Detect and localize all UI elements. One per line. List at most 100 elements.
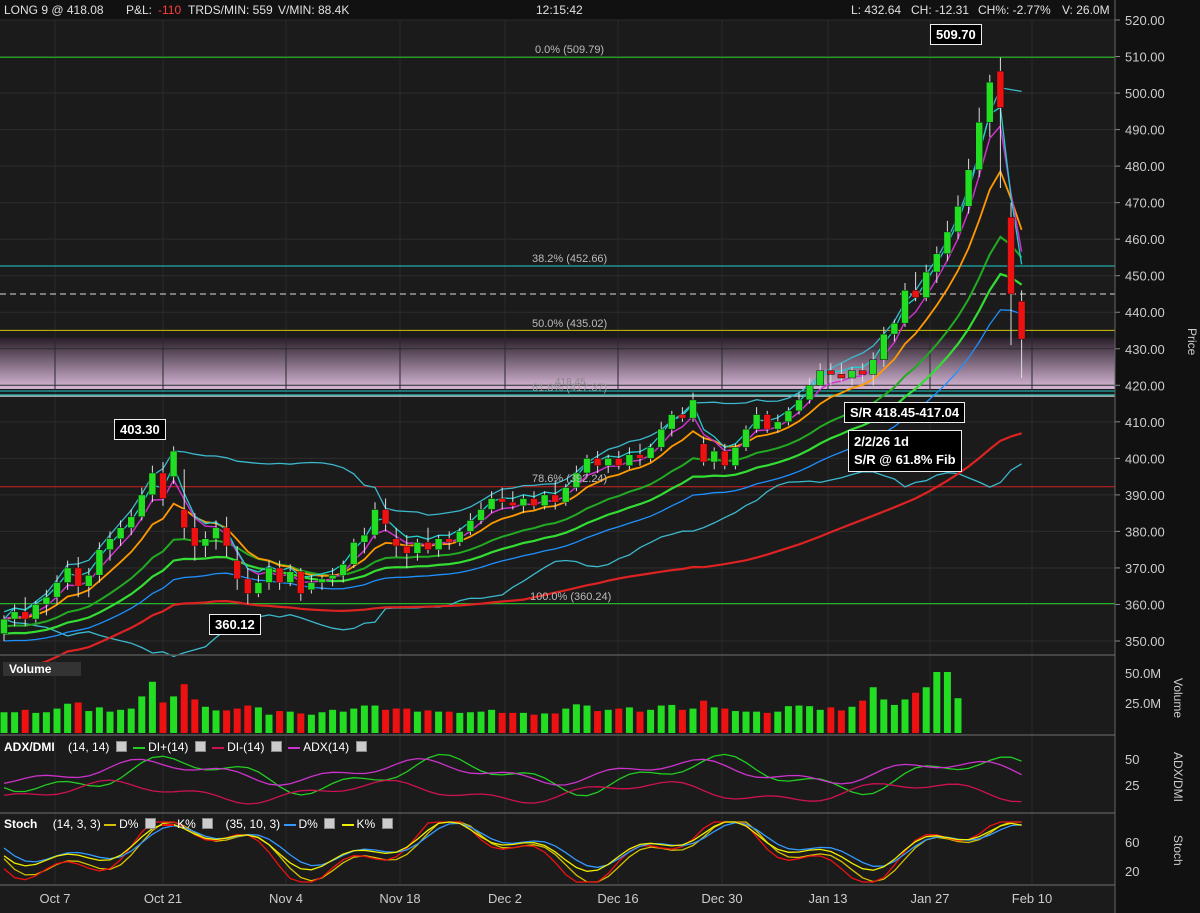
sr-zone-tag: S/R 418.45-417.04 — [844, 402, 966, 423]
volume-bar — [403, 708, 411, 733]
price-tick-label: 500.00 — [1125, 86, 1165, 101]
candle-body — [975, 122, 983, 171]
price-tick-label: 390.00 — [1125, 488, 1165, 503]
candle-body — [604, 458, 612, 466]
candle-body — [339, 564, 347, 576]
candle-body — [795, 399, 803, 412]
candle-body — [169, 450, 178, 477]
candle-body — [10, 611, 19, 620]
candle-body — [286, 571, 294, 583]
volume-tick-label: 50.0M — [1125, 666, 1161, 681]
candle-body — [509, 501, 517, 507]
di-plus-label: DI+(14) — [148, 740, 189, 754]
candle-body — [477, 509, 485, 521]
candle-body — [943, 231, 952, 255]
stoch-d1-checkbox[interactable] — [144, 818, 156, 829]
candle-body — [880, 333, 888, 360]
candle-body — [222, 527, 231, 547]
candle-body — [53, 582, 61, 598]
volume-bar — [509, 712, 517, 733]
volume-bar — [710, 707, 718, 733]
di-minus-label: DI-(14) — [227, 740, 265, 754]
candle-body — [954, 206, 962, 233]
volume-bar — [138, 696, 146, 733]
volume-bar — [329, 709, 337, 733]
di-plus-line — [3, 753, 1022, 797]
candle-body — [678, 414, 687, 419]
candle-body — [191, 527, 199, 547]
price-axis-label: Price — [1185, 328, 1199, 356]
candle-body — [180, 509, 188, 529]
volume-bar — [583, 705, 591, 733]
candle-body — [254, 582, 263, 594]
candle-body — [540, 494, 549, 507]
candle-body — [858, 370, 867, 375]
adx-tick-label: 25 — [1125, 778, 1139, 793]
candle-body — [328, 574, 337, 580]
candle-body — [85, 574, 93, 587]
price-tick-label: 470.00 — [1125, 196, 1165, 211]
adx-checkbox[interactable] — [355, 741, 367, 752]
volume-bar — [763, 712, 771, 733]
candle-body — [95, 549, 104, 576]
volume-bar — [424, 710, 432, 733]
stoch-d2-checkbox[interactable] — [324, 818, 336, 829]
candle-body — [381, 509, 390, 525]
stock-chart[interactable]: 350.00 360.00 370.00 380.00 390.00 400.00 410.… — [0, 0, 1200, 913]
volume-bar — [541, 713, 549, 733]
volume-bar — [604, 709, 612, 733]
candle-body — [487, 498, 496, 510]
volume-bar — [382, 709, 390, 733]
time-axis-label: Jan 27 — [910, 891, 949, 906]
candle-body — [297, 571, 305, 594]
di-plus-checkbox[interactable] — [194, 741, 206, 752]
candle-body — [721, 450, 729, 466]
volume-bar — [562, 708, 570, 733]
di-minus-swatch — [212, 746, 225, 749]
candle-body — [201, 538, 210, 547]
candle-body — [625, 454, 634, 466]
candle-body — [498, 498, 506, 503]
volume-bar — [244, 705, 252, 733]
candle-body — [1017, 301, 1026, 340]
adx-title: ADX/DMI — [4, 740, 55, 754]
volume-bar — [148, 681, 156, 733]
stoch-params-2: (35, 10, 3) — [225, 817, 281, 831]
candle-body — [371, 509, 379, 536]
candle-body — [148, 472, 157, 496]
volume-bar — [85, 711, 93, 733]
volume-bar — [742, 711, 750, 733]
stoch-k1-checkbox[interactable] — [202, 818, 214, 829]
volume-bar — [530, 714, 538, 733]
volume-bar — [901, 699, 909, 733]
volume-bar — [784, 706, 792, 733]
candle-body — [911, 290, 920, 298]
stoch-d2-label: D% — [298, 817, 318, 831]
volume-bar — [636, 711, 644, 733]
volume-bar — [859, 700, 867, 733]
candle-body — [159, 472, 167, 499]
candle-body — [445, 538, 453, 543]
volume-bar — [816, 709, 824, 733]
candle-body — [816, 370, 824, 386]
candle-body — [668, 414, 676, 430]
candle-body — [360, 534, 369, 543]
di-minus-line — [3, 779, 1022, 805]
volume-bar — [435, 711, 443, 733]
adx-params: (14, 14) — [68, 740, 110, 754]
candle-body — [869, 359, 877, 375]
time-axis-label: Dec 30 — [701, 891, 742, 906]
candle-body — [922, 271, 930, 298]
stoch-k2-checkbox[interactable] — [381, 818, 393, 829]
candle-body — [212, 527, 220, 539]
time-axis-label: Jan 13 — [808, 891, 847, 906]
price-tick-label: 480.00 — [1125, 159, 1165, 174]
price-tick-label: 410.00 — [1125, 415, 1165, 430]
volume-bar — [572, 704, 580, 733]
candle-body — [710, 450, 718, 463]
candle-body — [1007, 217, 1015, 295]
volume-bar — [350, 708, 358, 733]
di-minus-checkbox[interactable] — [270, 741, 282, 752]
fib-label-50: 50.0% (435.02) — [532, 318, 608, 330]
adx-params-checkbox[interactable] — [115, 741, 127, 752]
